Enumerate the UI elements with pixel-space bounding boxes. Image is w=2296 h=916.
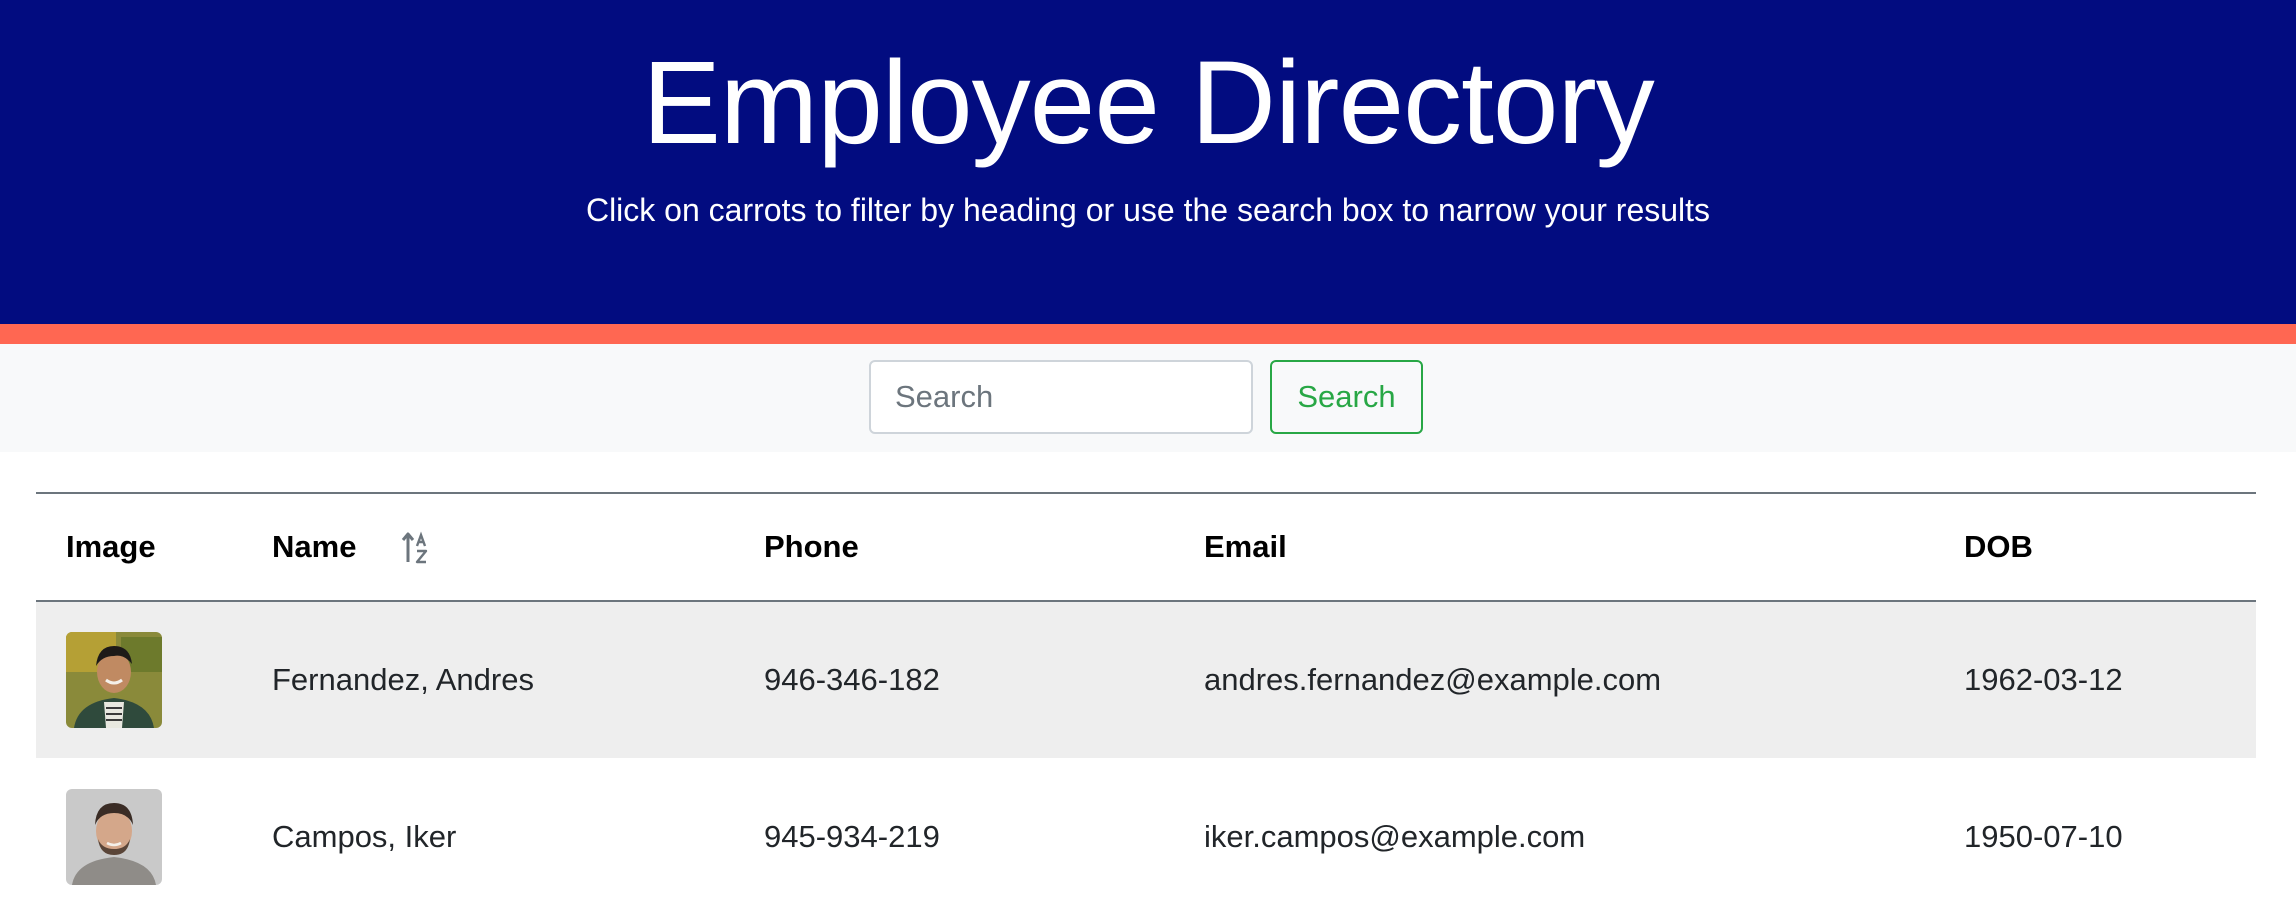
page-subtitle: Click on carrots to filter by heading or…: [585, 192, 1711, 228]
column-header-name-label: Name: [272, 528, 357, 564]
column-header-dob: DOB: [1934, 492, 2256, 602]
avatar: [66, 632, 162, 728]
column-header-image: Image: [36, 492, 242, 602]
search-input[interactable]: [869, 360, 1253, 434]
cell-image: [36, 601, 242, 758]
cell-dob: 1962-03-12: [1934, 601, 2256, 758]
employee-table: Image Name Phone Email DOB Fernandez, An…: [36, 492, 2256, 915]
employee-table-container: Image Name Phone Email DOB Fernandez, An…: [36, 492, 2256, 915]
cell-name: Fernandez, Andres: [242, 601, 734, 758]
column-header-phone: Phone: [734, 492, 1174, 602]
cell-phone: 945-934-219: [764, 818, 940, 854]
cell-dob: 1950-07-10: [1964, 818, 2123, 854]
avatar: [66, 788, 162, 885]
accent-divider: [0, 324, 2296, 344]
search-button[interactable]: Search: [1270, 360, 1423, 434]
table-row: Campos, Iker 945-934-219 iker.campos@exa…: [36, 758, 2256, 915]
page-header: Employee Directory Click on carrots to f…: [0, 0, 2296, 324]
cell-email: iker.campos@example.com: [1204, 818, 1586, 854]
cell-image: [36, 758, 242, 915]
search-bar: Search: [0, 344, 2296, 452]
table-header-row: Image Name Phone Email DOB: [36, 492, 2256, 602]
column-header-name[interactable]: Name: [242, 492, 734, 602]
cell-name: Campos, Iker: [272, 818, 457, 854]
page-title: Employee Directory: [642, 37, 1655, 169]
table-row: Fernandez, Andres 946-346-182 andres.fer…: [36, 601, 2256, 758]
cell-email: andres.fernandez@example.com: [1174, 601, 1934, 758]
sort-alpha-icon[interactable]: [401, 531, 431, 565]
cell-phone: 946-346-182: [734, 601, 1174, 758]
column-header-email: Email: [1174, 492, 1934, 602]
